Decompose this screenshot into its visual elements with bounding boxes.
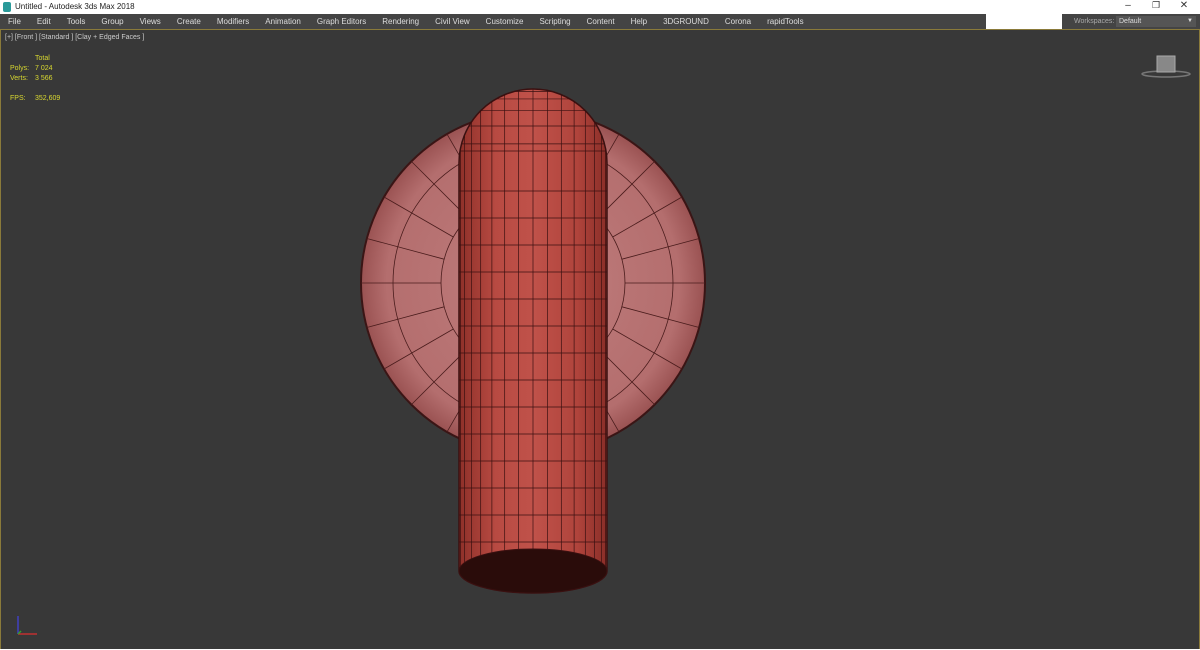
menu-item-rendering[interactable]: Rendering — [374, 14, 427, 29]
close-button[interactable]: ✕ — [1174, 0, 1194, 11]
viewport-scene — [360, 88, 706, 594]
viewport-statistics: Total Polys: 7 024 Verts: 3 566 FPS: 352,60… — [10, 54, 60, 104]
menu-item-file[interactable]: File — [0, 14, 29, 29]
menu-item-graph-editors[interactable]: Graph Editors — [309, 14, 374, 29]
menu-item-modifiers[interactable]: Modifiers — [209, 14, 257, 29]
viewcube-icon[interactable] — [1141, 54, 1191, 80]
workspaces-dropdown[interactable]: Default ▼ — [1116, 16, 1196, 27]
cylinder-mesh — [458, 88, 608, 594]
app-logo-icon — [3, 2, 11, 12]
verts-label: Verts: — [10, 75, 28, 82]
verts-value: 3 566 — [35, 75, 53, 82]
front-viewport[interactable]: [+] [Front ] [Standard ] [Clay + Edged F… — [0, 29, 1200, 649]
workspaces-label: Workspaces: — [1074, 18, 1115, 25]
chevron-down-icon: ▼ — [1187, 18, 1193, 24]
menu-item-customize[interactable]: Customize — [478, 14, 532, 29]
stats-header: Total — [35, 55, 50, 62]
fps-label: FPS: — [10, 95, 26, 102]
polys-value: 7 024 — [35, 65, 53, 72]
menu-item-animation[interactable]: Animation — [257, 14, 309, 29]
title-bar: Untitled - Autodesk 3ds Max 2018 – ❐ ✕ — [0, 0, 1200, 14]
menu-bar: File Edit Tools Group Views Create Modifiers An… — [0, 14, 986, 29]
window-title: Untitled - Autodesk 3ds Max 2018 — [15, 2, 135, 11]
minimize-button[interactable]: – — [1118, 0, 1138, 11]
cylinder-bottom-cap — [458, 548, 608, 594]
restore-button[interactable]: ❐ — [1146, 0, 1166, 11]
menu-item-group[interactable]: Group — [93, 14, 131, 29]
menu-item-corona[interactable]: Corona — [717, 14, 759, 29]
menu-item-3dground[interactable]: 3DGROUND — [655, 14, 717, 29]
viewport-label[interactable]: [+] [Front ] [Standard ] [Clay + Edged F… — [5, 34, 144, 41]
workspaces-value: Default — [1119, 18, 1142, 25]
polys-label: Polys: — [10, 65, 30, 72]
workspaces-selector: Workspaces: Default ▼ — [1062, 14, 1200, 29]
fps-value: 352,609 — [35, 95, 61, 102]
menu-item-help[interactable]: Help — [623, 14, 655, 29]
menu-item-edit[interactable]: Edit — [29, 14, 59, 29]
menu-item-civil-view[interactable]: Civil View — [427, 14, 478, 29]
menu-item-scripting[interactable]: Scripting — [531, 14, 578, 29]
axis-tripod-icon — [17, 616, 37, 635]
menu-item-create[interactable]: Create — [169, 14, 209, 29]
menu-item-rapidtools[interactable]: rapidTools — [759, 14, 811, 29]
menu-item-tools[interactable]: Tools — [59, 14, 94, 29]
menu-item-views[interactable]: Views — [132, 14, 169, 29]
menu-item-content[interactable]: Content — [579, 14, 623, 29]
